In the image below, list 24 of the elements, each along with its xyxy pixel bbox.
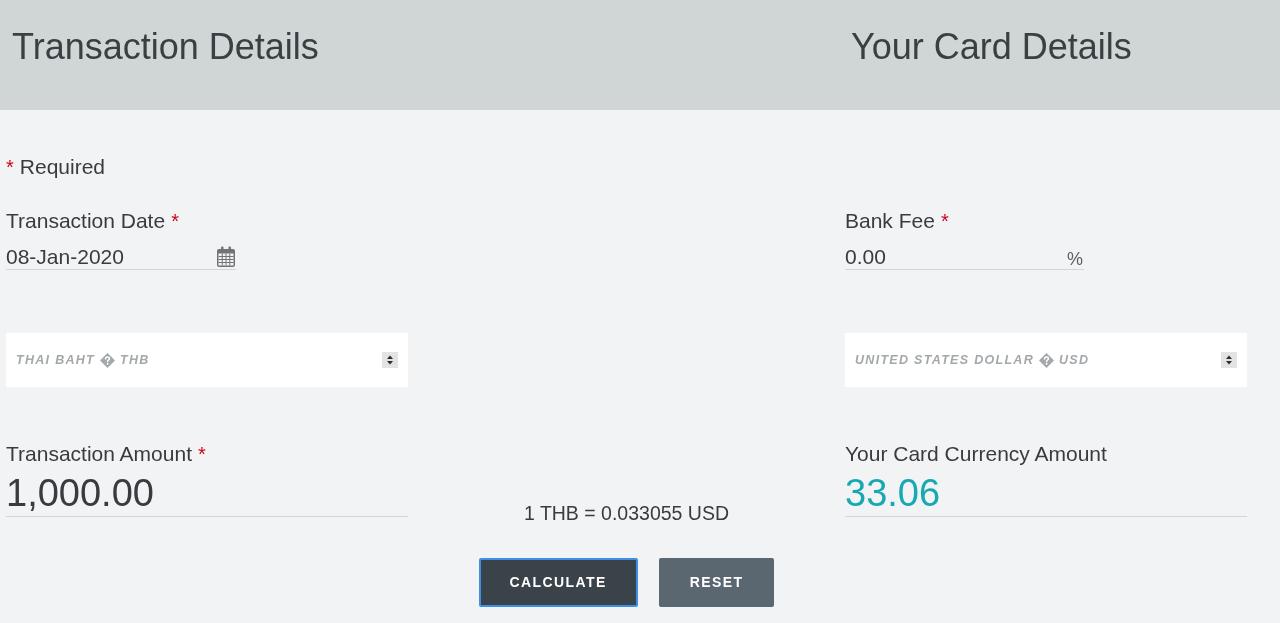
question-diamond-icon [1039,352,1054,368]
up-down-arrows-icon [382,352,398,368]
required-asterisk: * [6,155,14,179]
date-field[interactable]: 08-Jan-2020 [6,244,236,270]
field-label: Transaction Date [6,209,166,233]
calculate-button[interactable]: CALCULATE [478,558,638,607]
question-diamond-icon [100,352,116,368]
amount-input[interactable]: 1,000.00 [6,470,408,517]
field-label: Your Card Currency Amount [845,442,1107,466]
section-title: Transaction Details [12,25,319,68]
calendar-icon[interactable] [216,246,236,268]
up-down-arrows-icon [1221,352,1237,368]
required-asterisk: * [940,209,949,233]
required-asterisk: * [171,209,179,233]
reset-button[interactable]: RESET [658,558,775,607]
exchange-rate-text: 1 THB = 0.033055 USD [523,501,730,525]
field-label: Transaction Amount [6,442,192,466]
converted-amount: 33.06 [845,470,1247,517]
required-asterisk: * [198,442,206,466]
percent-unit: % [1067,249,1083,269]
bank-fee-field[interactable]: 0.00 % [845,244,1084,270]
required-note: Required [19,155,106,179]
field-label: Bank Fee [845,209,935,233]
section-title: Your Card Details [851,25,1132,68]
